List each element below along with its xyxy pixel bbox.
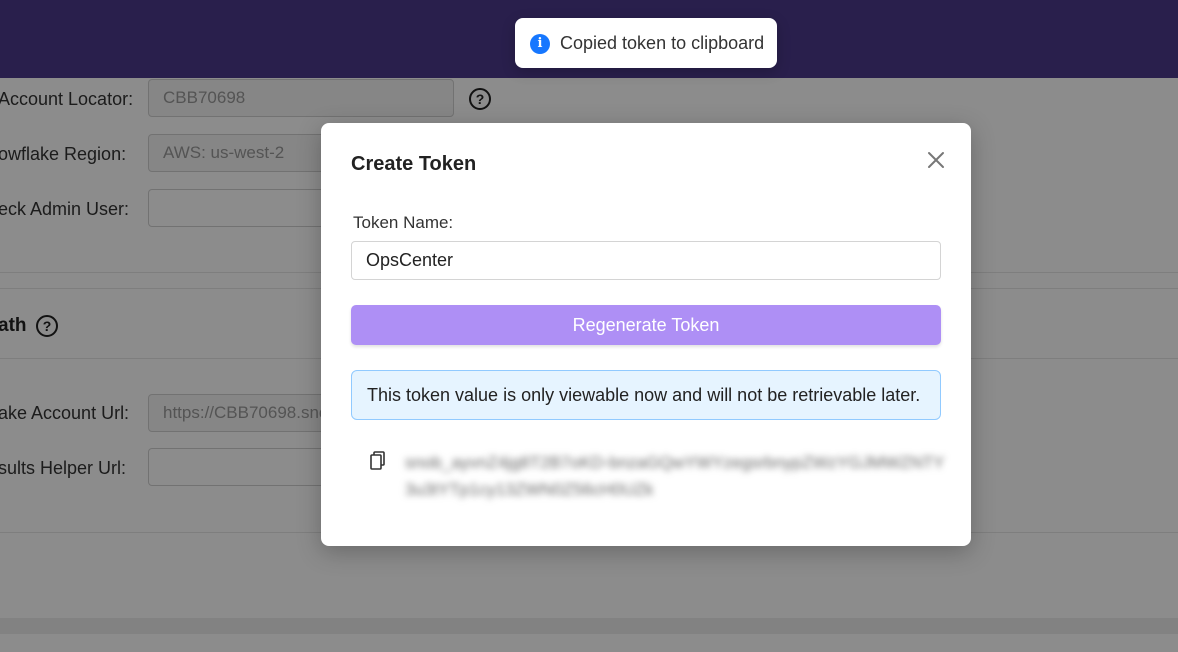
create-token-dialog: Create Token Token Name: Regenerate Toke… <box>321 123 971 546</box>
regenerate-token-button[interactable]: Regenerate Token <box>351 305 941 345</box>
token-name-label: Token Name: <box>353 213 454 232</box>
dialog-title: Create Token <box>351 153 477 175</box>
token-value: snob_ayvnZ4jg8T2B7oKD-bnzaGQwYWYzegsrbny… <box>405 453 945 499</box>
close-icon[interactable] <box>923 147 949 173</box>
toast-message: Copied token to clipboard <box>560 33 765 53</box>
copy-icon[interactable] <box>369 451 387 471</box>
info-alert: This token value is only viewable now an… <box>351 370 941 420</box>
token-name-input[interactable] <box>351 241 941 280</box>
info-icon: i <box>530 34 550 54</box>
toast-notification: i Copied token to clipboard <box>515 18 777 68</box>
